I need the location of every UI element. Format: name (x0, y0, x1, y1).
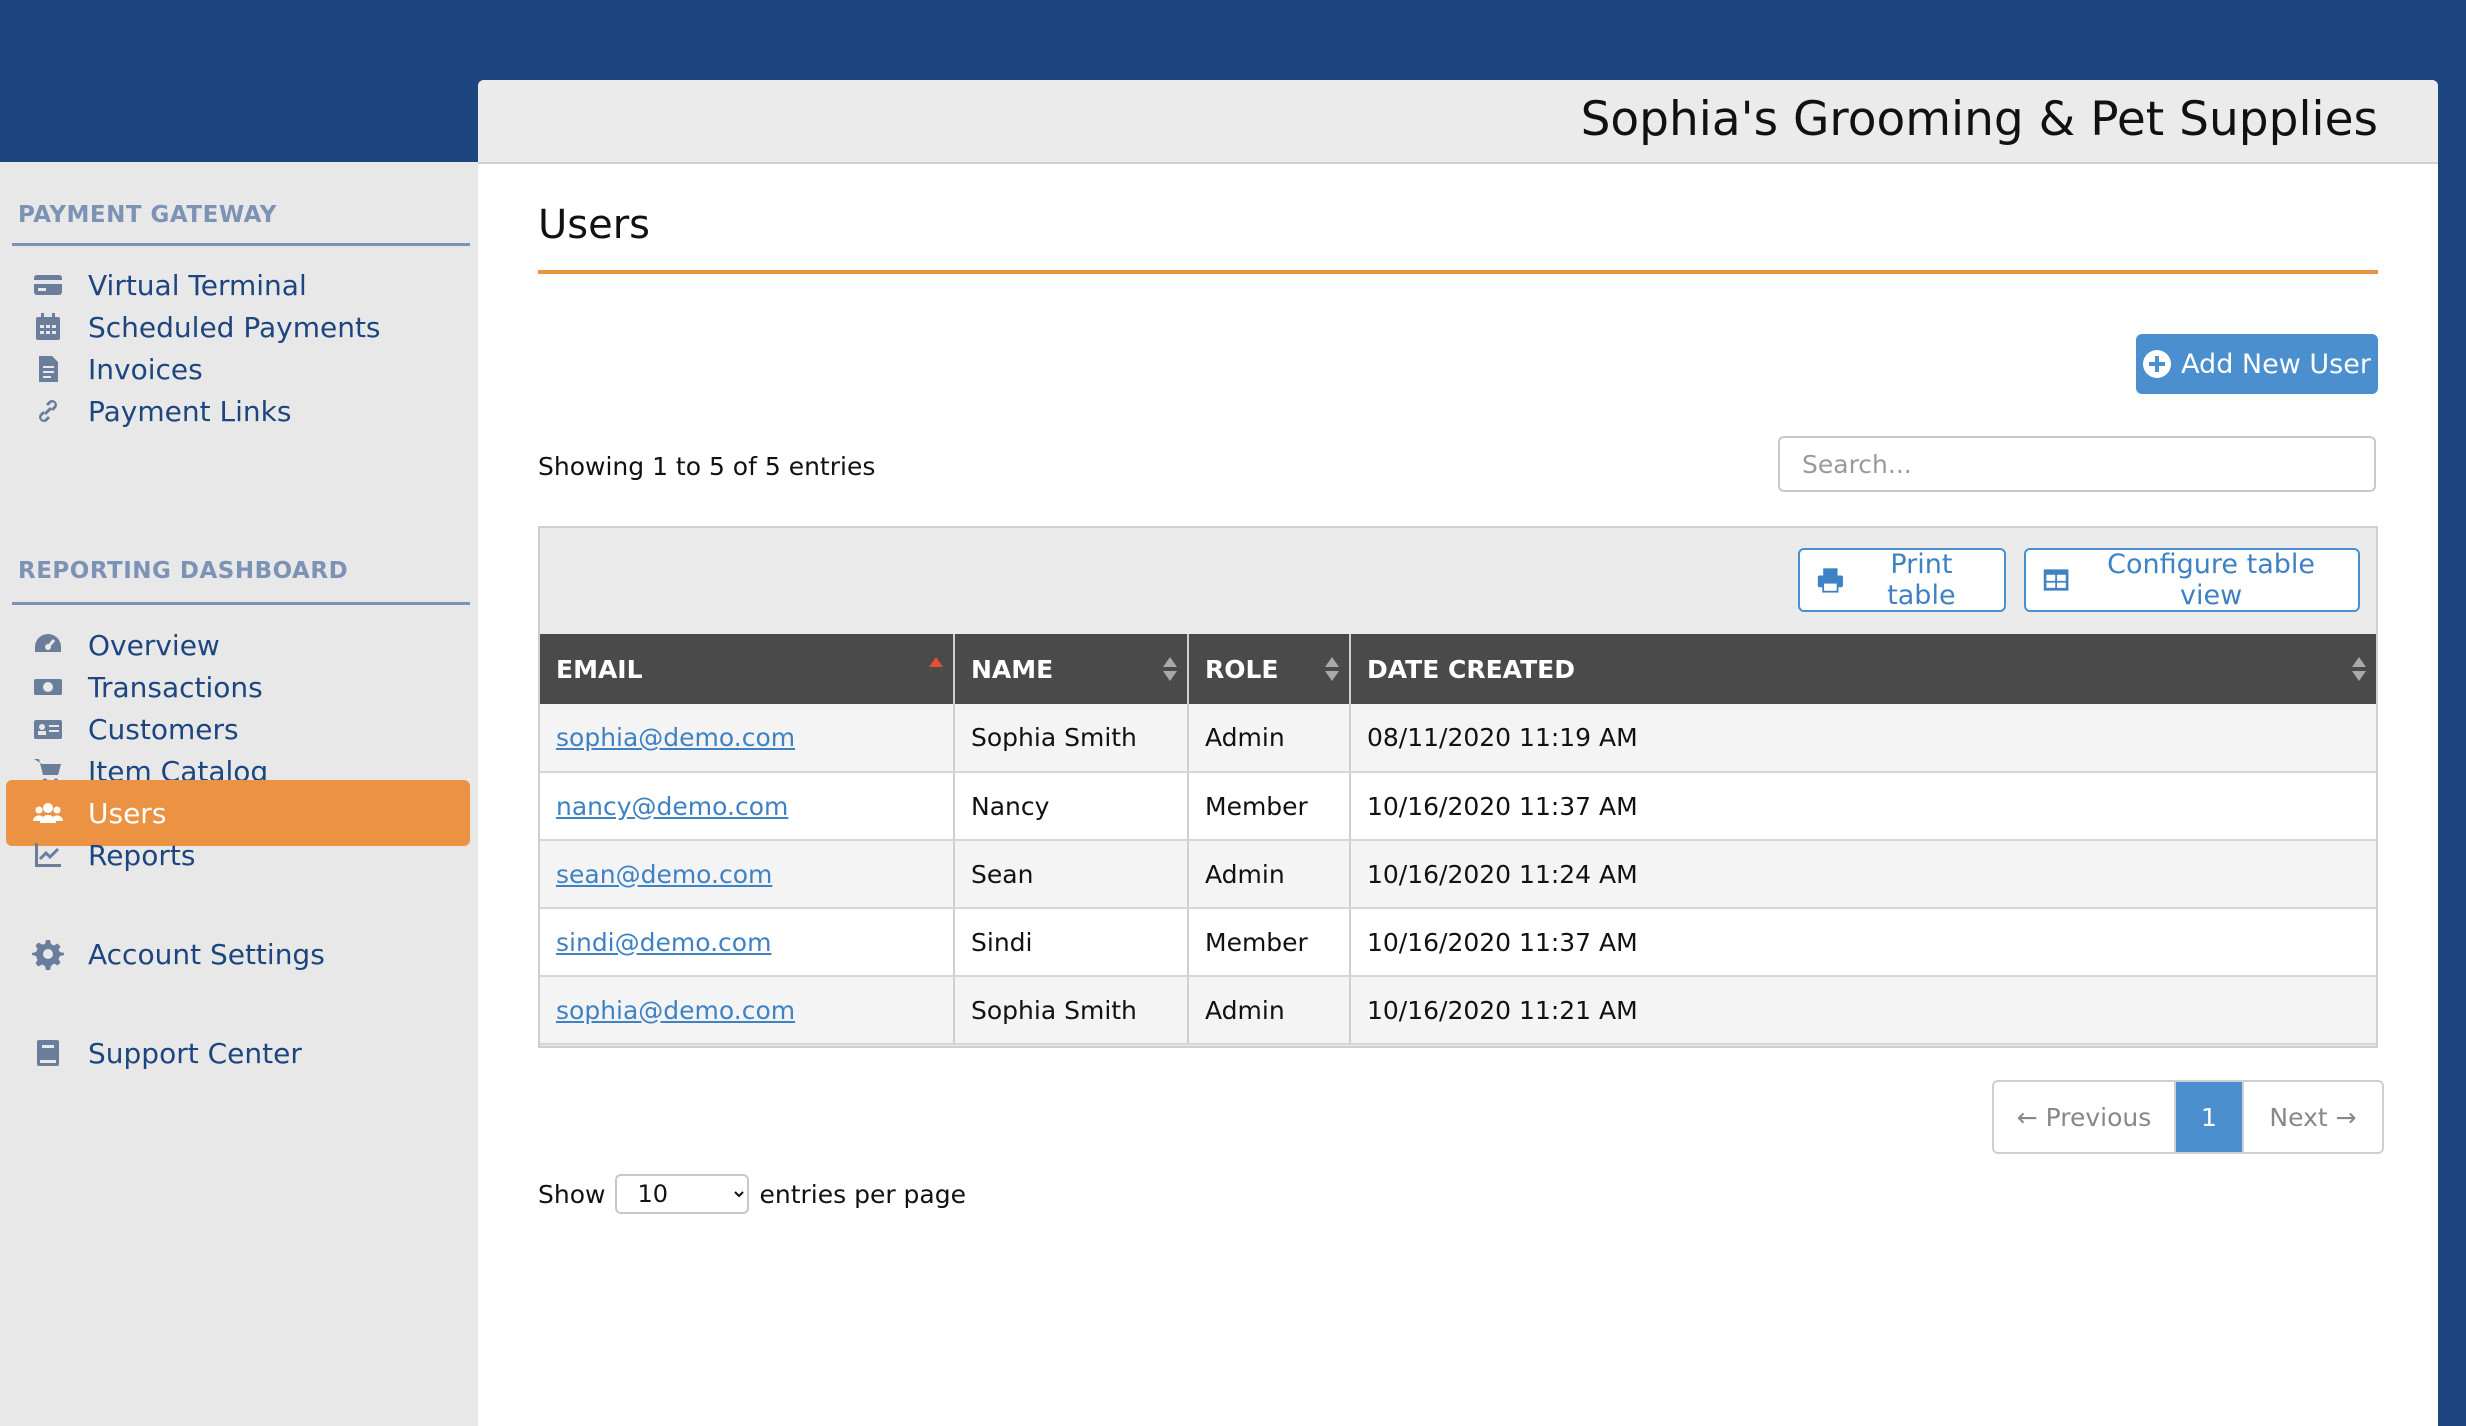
business-name: Sophia's Grooming & Pet Supplies (1580, 92, 2378, 147)
show-label: Show (538, 1179, 606, 1209)
sidebar: PAYMENT GATEWAY Virtual Terminal Schedul… (0, 162, 478, 1426)
main-panel: Sophia's Grooming & Pet Supplies Users A… (478, 80, 2438, 1426)
column-label: ROLE (1205, 654, 1279, 684)
gear-icon (30, 936, 66, 972)
top-header: Sophia's Grooming & Pet Supplies (478, 80, 2438, 164)
sidebar-item-label: Payment Links (88, 394, 292, 428)
pagination: ← Previous 1 Next → (1992, 1080, 2384, 1154)
name-cell: Sindi (954, 908, 1189, 977)
column-header-name[interactable]: NAME (954, 634, 1189, 704)
date-cell: 08/11/2020 11:19 AM (1350, 704, 2376, 773)
section-title-payment-gateway: PAYMENT GATEWAY (18, 202, 277, 228)
role-cell: Admin (1188, 976, 1351, 1045)
entries-per-page-select[interactable]: 10 (615, 1174, 750, 1214)
table-row: sophia@demo.com Sophia Smith Admin 08/11… (540, 704, 2376, 773)
role-cell: Admin (1188, 704, 1351, 773)
email-link[interactable]: sean@demo.com (556, 860, 772, 889)
column-label: DATE CREATED (1367, 654, 1575, 684)
name-cell: Nancy (954, 772, 1189, 841)
sidebar-item-account-settings[interactable]: Account Settings (6, 921, 470, 987)
sort-icon (1325, 657, 1339, 683)
entries-summary: Showing 1 to 5 of 5 entries (538, 452, 876, 481)
table-row: sophia@demo.com Sophia Smith Admin 10/16… (540, 976, 2376, 1045)
users-table-container: Print table Configure table view EMAIL N… (538, 526, 2378, 1048)
print-table-button[interactable]: Print table (1798, 548, 2006, 612)
email-cell: sindi@demo.com (540, 908, 955, 977)
print-table-label: Print table (1887, 549, 1956, 611)
section-divider (12, 243, 470, 246)
add-new-user-label: Add New User (2181, 348, 2371, 380)
table-row: nancy@demo.com Nancy Member 10/16/2020 1… (540, 772, 2376, 841)
section-divider (12, 602, 470, 605)
page-title: Users (538, 202, 651, 248)
name-cell: Sophia Smith (954, 704, 1189, 773)
name-cell: Sophia Smith (954, 976, 1189, 1045)
email-cell: nancy@demo.com (540, 772, 955, 841)
configure-table-label: Configure table view (2107, 549, 2315, 611)
sidebar-item-reports[interactable]: Reports (6, 822, 470, 888)
sort-icon (2352, 657, 2366, 683)
column-header-email[interactable]: EMAIL (540, 634, 955, 704)
email-link[interactable]: sophia@demo.com (556, 996, 795, 1025)
sidebar-item-label: Reports (88, 838, 196, 872)
configure-table-view-button[interactable]: Configure table view (2024, 548, 2360, 612)
date-cell: 10/16/2020 11:37 AM (1350, 908, 2376, 977)
email-cell: sean@demo.com (540, 840, 955, 909)
previous-page-button[interactable]: ← Previous (1994, 1082, 2176, 1152)
date-cell: 10/16/2020 11:37 AM (1350, 772, 2376, 841)
column-label: EMAIL (556, 654, 643, 684)
table-row: sean@demo.com Sean Admin 10/16/2020 11:2… (540, 840, 2376, 909)
sidebar-item-label: Support Center (88, 1036, 302, 1070)
title-divider (538, 270, 2378, 274)
sidebar-item-payment-links[interactable]: Payment Links (6, 378, 470, 444)
sort-icon (1163, 657, 1177, 683)
users-table: EMAIL NAME ROLE DATE CREATED sophia@demo… (540, 634, 2376, 1045)
table-row: sindi@demo.com Sindi Member 10/16/2020 1… (540, 908, 2376, 977)
chart-line-icon (30, 837, 66, 873)
table-icon (2043, 569, 2069, 591)
date-cell: 10/16/2020 11:24 AM (1350, 840, 2376, 909)
email-cell: sophia@demo.com (540, 704, 955, 773)
email-cell: sophia@demo.com (540, 976, 955, 1045)
sidebar-item-support-center[interactable]: Support Center (6, 1020, 470, 1086)
printer-icon (1817, 568, 1843, 593)
role-cell: Member (1188, 772, 1351, 841)
link-icon (30, 393, 66, 429)
email-link[interactable]: sindi@demo.com (556, 928, 771, 957)
table-header-row: EMAIL NAME ROLE DATE CREATED (540, 634, 2376, 704)
next-page-button[interactable]: Next → (2242, 1082, 2382, 1152)
plus-circle-icon (2143, 350, 2172, 378)
entries-per-page-control: Show 10 entries per page (538, 1174, 966, 1214)
email-link[interactable]: nancy@demo.com (556, 792, 788, 821)
column-label: NAME (971, 654, 1054, 684)
email-link[interactable]: sophia@demo.com (556, 723, 795, 752)
section-title-reporting-dashboard: REPORTING DASHBOARD (18, 558, 349, 584)
role-cell: Admin (1188, 840, 1351, 909)
role-cell: Member (1188, 908, 1351, 977)
add-new-user-button[interactable]: Add New User (2136, 334, 2378, 394)
column-header-date-created[interactable]: DATE CREATED (1350, 634, 2376, 704)
sort-ascending-icon (929, 657, 943, 683)
date-cell: 10/16/2020 11:21 AM (1350, 976, 2376, 1045)
column-header-role[interactable]: ROLE (1188, 634, 1351, 704)
name-cell: Sean (954, 840, 1189, 909)
search-input[interactable] (1778, 436, 2376, 492)
book-icon (30, 1035, 66, 1071)
page-1-button[interactable]: 1 (2176, 1082, 2242, 1152)
sidebar-item-label: Account Settings (88, 937, 325, 971)
entries-per-page-label: entries per page (759, 1179, 966, 1209)
